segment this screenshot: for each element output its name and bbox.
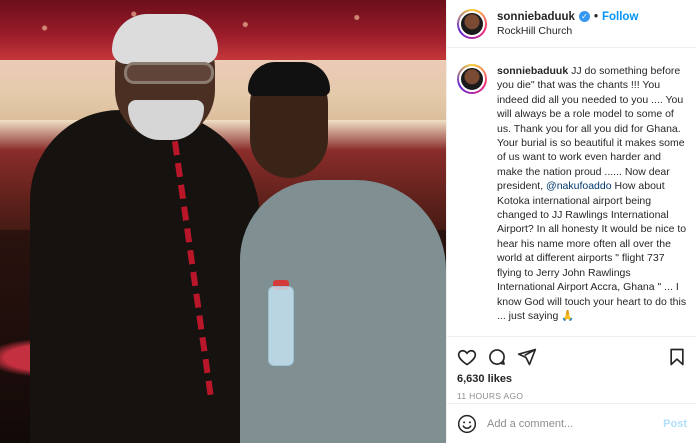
emoji-icon[interactable] xyxy=(457,414,477,434)
heart-icon[interactable] xyxy=(457,347,477,367)
post-actions: 6,630 likes 11 HOURS AGO Post xyxy=(447,336,696,443)
caption-avatar[interactable] xyxy=(457,64,487,94)
background-wall xyxy=(0,60,446,120)
post-photo[interactable] xyxy=(0,0,446,443)
verified-badge-icon: ✓ xyxy=(578,11,590,22)
caption-avatar-image xyxy=(459,66,485,92)
avatar[interactable] xyxy=(457,8,487,39)
post-side-panel: sonniebaduuk ✓ • Follow RockHill Church … xyxy=(446,0,696,443)
username-row: sonniebaduuk ✓ • Follow xyxy=(497,11,638,23)
caption-text: sonniebaduuk JJ do something before you … xyxy=(497,64,687,338)
follow-button[interactable]: Follow xyxy=(602,11,638,23)
comment-icon[interactable] xyxy=(487,347,507,367)
caption-body-end: How about Kotoka international airport b… xyxy=(497,180,687,322)
avatar-image xyxy=(459,10,485,37)
post-comment-button[interactable]: Post xyxy=(663,418,687,430)
person-left-hair xyxy=(112,14,218,64)
post-timestamp[interactable]: 11 HOURS AGO xyxy=(447,385,696,401)
person-left-glasses xyxy=(124,62,214,84)
caption-row: sonniebaduuk JJ do something before you … xyxy=(447,48,696,338)
person-left-body xyxy=(30,110,260,443)
comment-input[interactable] xyxy=(487,417,664,430)
location-link[interactable]: RockHill Church xyxy=(497,25,638,37)
caption-username[interactable]: sonniebaduuk xyxy=(497,65,568,77)
caption-mention-link[interactable]: @nakufoaddo xyxy=(546,180,612,192)
share-icon[interactable] xyxy=(517,347,537,367)
water-bottle xyxy=(268,286,294,366)
caption-body-start: JJ do something before you die" that was… xyxy=(497,65,685,193)
action-icons xyxy=(447,337,696,369)
person-right-hair xyxy=(248,62,330,96)
user-block: sonniebaduuk ✓ • Follow RockHill Church xyxy=(497,11,638,37)
comment-bar: Post xyxy=(447,403,696,443)
likes-count[interactable]: 6,630 likes xyxy=(447,369,696,385)
post-header: sonniebaduuk ✓ • Follow RockHill Church xyxy=(447,0,696,48)
separator-dot: • xyxy=(593,10,598,23)
bookmark-icon[interactable] xyxy=(667,347,687,367)
username-link[interactable]: sonniebaduuk xyxy=(497,11,575,23)
